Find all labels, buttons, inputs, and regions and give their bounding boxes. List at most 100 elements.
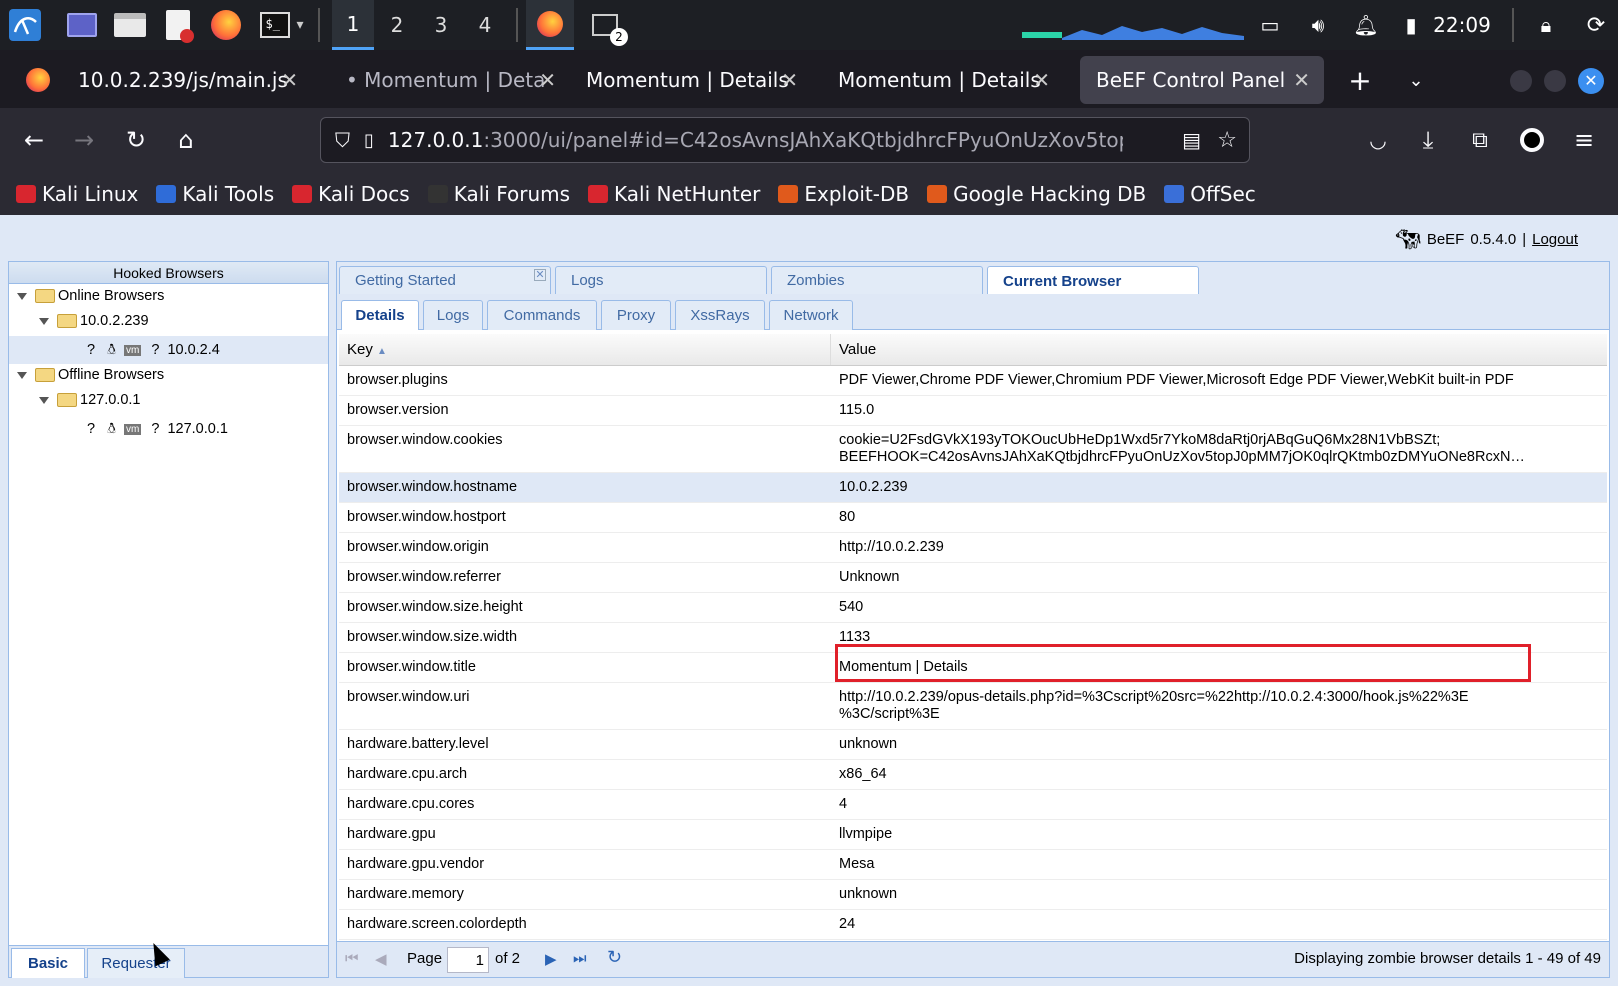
- workspace-2[interactable]: 2: [376, 0, 418, 50]
- bookmark-google-hacking-db[interactable]: Google Hacking DB: [927, 182, 1146, 206]
- download-icon[interactable]: ⤓: [1410, 122, 1446, 158]
- column-value[interactable]: Value: [831, 334, 1607, 365]
- volume-icon[interactable]: 🔊︎: [1300, 0, 1336, 50]
- page-number-input[interactable]: [447, 947, 489, 973]
- files-icon[interactable]: [110, 0, 150, 50]
- bookmark-kali-forums[interactable]: Kali Forums: [427, 182, 570, 206]
- workspace-3[interactable]: 3: [420, 0, 462, 50]
- firefox-launcher-icon[interactable]: [206, 0, 246, 50]
- column-key[interactable]: Key ▲: [339, 334, 831, 365]
- tree-offline-host[interactable]: 127.0.0.1: [39, 392, 140, 408]
- tab-getting-started[interactable]: Getting Started ✕: [339, 266, 551, 294]
- table-row[interactable]: hardware.battery.level unknown: [339, 730, 1607, 760]
- bookmark-kali-linux[interactable]: Kali Linux: [16, 182, 138, 206]
- close-tab-icon[interactable]: ✕: [781, 68, 798, 92]
- kali-menu-icon[interactable]: [6, 0, 44, 50]
- close-tab-icon[interactable]: ✕: [534, 269, 546, 281]
- bookmark-kali-tools[interactable]: Kali Tools: [156, 182, 274, 206]
- firefox-window-button[interactable]: [526, 0, 574, 50]
- subtab-xssrays[interactable]: XssRays: [675, 300, 765, 330]
- tree-online-browsers[interactable]: Online Browsers: [17, 288, 164, 304]
- tab-momentum-1[interactable]: • Momentum | Deta ✕: [330, 56, 570, 104]
- tab-requester[interactable]: Requester: [87, 948, 185, 978]
- tab-current-browser[interactable]: Current Browser: [987, 266, 1199, 295]
- expand-triangle-icon[interactable]: [39, 317, 49, 325]
- workspace-1[interactable]: 1: [332, 0, 374, 50]
- subtab-logs[interactable]: Logs: [423, 300, 483, 330]
- desktop-icon[interactable]: [62, 0, 102, 50]
- table-row[interactable]: browser.window.hostname 10.0.2.239: [339, 473, 1607, 503]
- firefox-view-button[interactable]: [10, 56, 60, 104]
- reload-icon[interactable]: ↻: [118, 122, 154, 158]
- table-row[interactable]: browser.window.size.height 540: [339, 593, 1607, 623]
- home-icon[interactable]: ⌂: [168, 122, 204, 158]
- pocket-icon[interactable]: ◡: [1360, 122, 1396, 158]
- tree-online-host[interactable]: 10.0.2.239: [39, 313, 149, 329]
- battery-icon[interactable]: ▮: [1396, 0, 1426, 50]
- table-row[interactable]: browser.window.cookies cookie=U2FsdGVkX19…: [339, 426, 1607, 473]
- url-bar[interactable]: ⛉ ▯ 127.0.0.1:3000/ui/panel#id=C42osAvns…: [320, 117, 1250, 163]
- tree-online-client[interactable]: ? 🐧︎ vm ? 10.0.2.4: [9, 336, 328, 364]
- tab-beef-control-panel[interactable]: BeEF Control Panel ✕: [1080, 56, 1324, 104]
- close-tab-icon[interactable]: ✕: [1033, 68, 1050, 92]
- table-row[interactable]: hardware.memory unknown: [339, 880, 1607, 910]
- tree-offline-browsers[interactable]: Offline Browsers: [17, 367, 164, 383]
- workspace-4[interactable]: 4: [464, 0, 506, 50]
- page-info-icon[interactable]: ▯: [364, 130, 374, 151]
- extensions-icon[interactable]: ⧉: [1462, 122, 1498, 158]
- expand-triangle-icon[interactable]: [39, 396, 49, 404]
- next-page-icon[interactable]: ▶: [545, 950, 557, 968]
- tab-momentum-3[interactable]: Momentum | Details ✕: [822, 56, 1064, 104]
- close-tab-icon[interactable]: ✕: [1293, 68, 1310, 92]
- table-row[interactable]: hardware.screen.colordepth 24: [339, 910, 1607, 940]
- subtab-commands[interactable]: Commands: [487, 300, 597, 330]
- subtab-details[interactable]: Details: [341, 300, 419, 330]
- close-tab-icon[interactable]: ✕: [539, 68, 556, 92]
- clock[interactable]: 22:09: [1430, 0, 1494, 50]
- tab-zombies[interactable]: Zombies: [771, 266, 983, 294]
- power-icon[interactable]: ⟳: [1578, 0, 1614, 50]
- close-tab-icon[interactable]: ✕: [281, 68, 298, 92]
- refresh-icon[interactable]: ↻: [607, 947, 622, 968]
- forward-arrow-icon[interactable]: →: [66, 122, 102, 158]
- back-arrow-icon[interactable]: ←: [16, 122, 52, 158]
- account-icon[interactable]: [1514, 122, 1550, 158]
- table-row[interactable]: browser.plugins PDF Viewer,Chrome PDF Vie…: [339, 366, 1607, 396]
- table-row[interactable]: hardware.gpu llvmpipe: [339, 820, 1607, 850]
- subtab-network[interactable]: Network: [769, 300, 853, 330]
- shield-icon[interactable]: ⛉: [335, 128, 350, 152]
- table-row[interactable]: browser.version 115.0: [339, 396, 1607, 426]
- reader-view-icon[interactable]: ▤: [1182, 128, 1201, 152]
- minimize-button[interactable]: [1510, 70, 1532, 92]
- hamburger-menu-icon[interactable]: ≡: [1566, 122, 1602, 158]
- maximize-button[interactable]: [1544, 70, 1566, 92]
- tab-logs[interactable]: Logs: [555, 266, 767, 294]
- table-row[interactable]: browser.window.uri http://10.0.2.239/opus…: [339, 683, 1607, 730]
- tab-momentum-2[interactable]: Momentum | Details ✕: [570, 56, 812, 104]
- text-editor-icon[interactable]: [158, 0, 198, 50]
- close-window-icon[interactable]: ✕: [1578, 68, 1604, 94]
- tab-basic[interactable]: Basic: [11, 948, 85, 978]
- expand-triangle-icon[interactable]: [17, 292, 27, 300]
- subtab-proxy[interactable]: Proxy: [601, 300, 671, 330]
- new-tab-button[interactable]: +: [1338, 56, 1382, 104]
- last-page-icon[interactable]: ⏭: [573, 950, 587, 967]
- prev-page-icon[interactable]: ◀: [375, 950, 387, 968]
- notifications-icon[interactable]: 🔔︎: [1348, 0, 1384, 50]
- terminal-launcher-icon[interactable]: $_ ▾: [254, 0, 310, 50]
- bookmark-exploit-db[interactable]: Exploit-DB: [778, 182, 909, 206]
- display-icon[interactable]: ▭: [1252, 0, 1288, 50]
- list-tabs-chevron-icon[interactable]: ⌄: [1394, 56, 1438, 104]
- tab-main-js[interactable]: 10.0.2.239/js/main.js ✕: [62, 56, 312, 104]
- lock-icon[interactable]: 🔒︎: [1528, 0, 1564, 50]
- expand-triangle-icon[interactable]: [17, 371, 27, 379]
- bookmark-star-icon[interactable]: ☆: [1217, 128, 1237, 153]
- first-page-icon[interactable]: ⏮: [345, 950, 359, 967]
- logout-link[interactable]: Logout: [1532, 231, 1578, 248]
- tree-offline-client[interactable]: ? 🐧︎ vm ? 127.0.0.1: [9, 415, 328, 443]
- table-row[interactable]: hardware.cpu.arch x86_64: [339, 760, 1607, 790]
- table-row[interactable]: browser.window.referrer Unknown: [339, 563, 1607, 593]
- terminal-window-button[interactable]: 2: [580, 0, 630, 50]
- table-row[interactable]: browser.window.hostport 80: [339, 503, 1607, 533]
- bookmark-kali-nethunter[interactable]: Kali NetHunter: [588, 182, 760, 206]
